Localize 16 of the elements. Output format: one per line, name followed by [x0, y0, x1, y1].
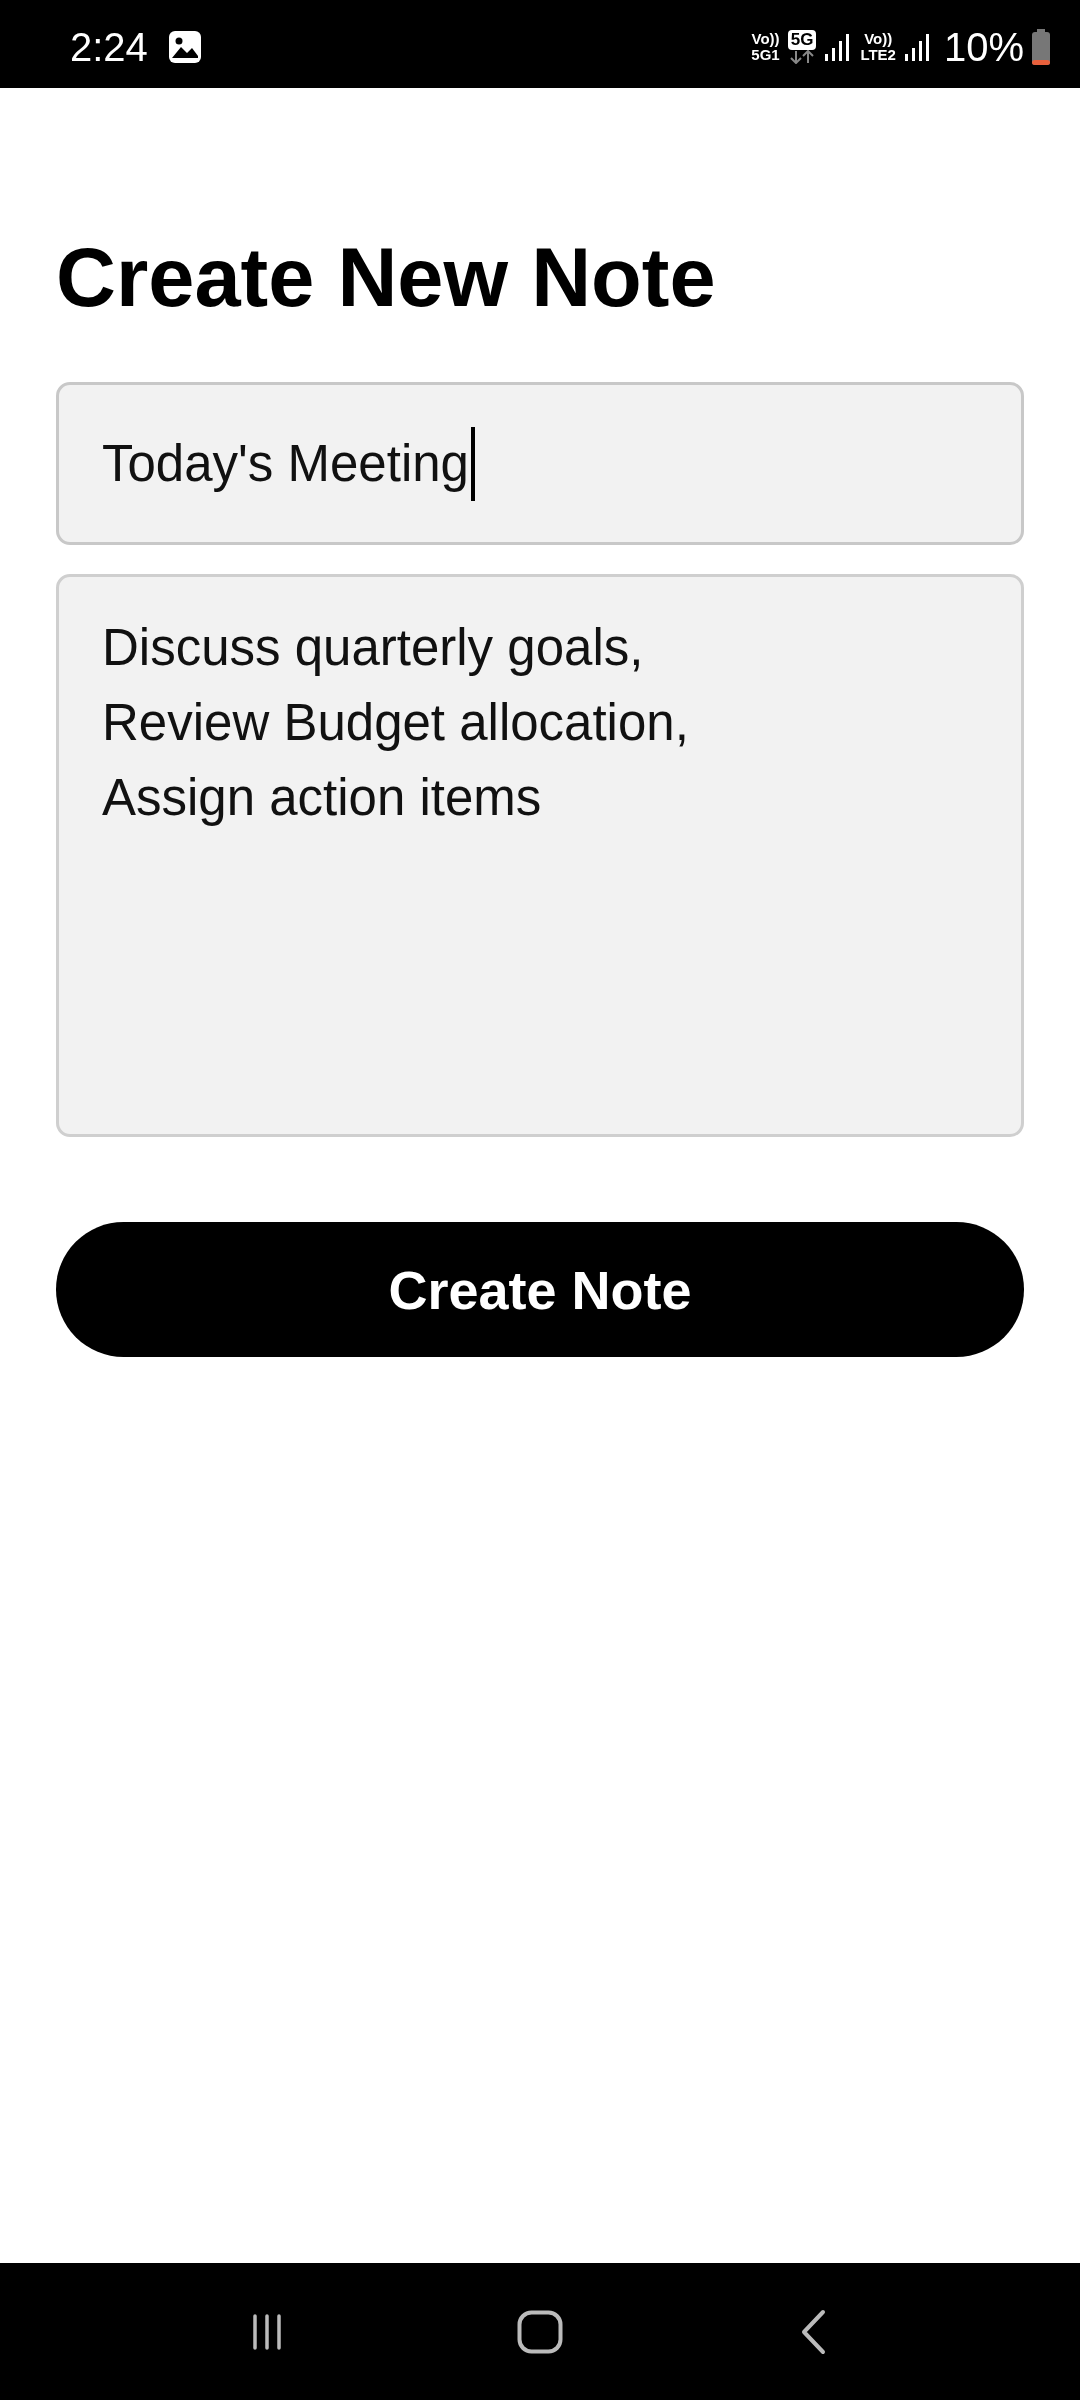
sim-label: Vo)) LTE2	[860, 31, 896, 63]
battery-icon	[1032, 29, 1050, 65]
home-icon[interactable]	[517, 2309, 563, 2354]
content-field[interactable]: Discuss quarterly goals, Review Budget allocation, Assign action items	[56, 574, 1024, 1137]
battery-percent: 10%	[943, 24, 1024, 70]
title-field[interactable]: Today's Meeting	[56, 382, 1024, 545]
recents-icon[interactable]	[251, 2311, 282, 2352]
signal-icon	[903, 32, 932, 62]
network-badge: 5G	[787, 30, 817, 50]
back-icon[interactable]	[800, 2308, 827, 2355]
status-time: 2:24	[70, 24, 148, 70]
sim-label: Vo)) 5G1	[751, 31, 780, 63]
data-arrows-icon	[789, 50, 816, 64]
create-note-button[interactable]: Create Note	[56, 1222, 1024, 1357]
page-title: Create New Note	[56, 230, 717, 326]
image-icon	[167, 30, 202, 64]
